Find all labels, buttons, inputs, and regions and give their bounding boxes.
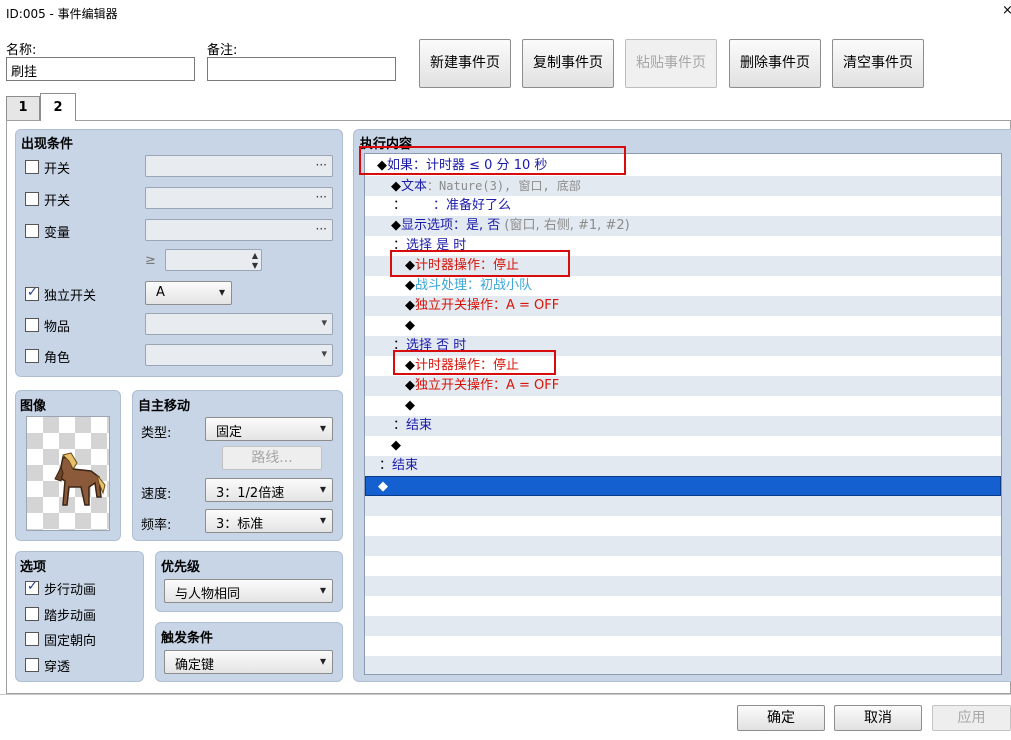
step-anim-label: 踏步动画 <box>44 609 97 624</box>
list-item-empty <box>365 576 1001 596</box>
list-item[interactable]: ◆ <box>365 316 1001 336</box>
event-image[interactable] <box>26 416 110 531</box>
list-item-empty <box>365 556 1001 576</box>
list-item-empty <box>365 616 1001 636</box>
freq-label: 频率: <box>141 518 172 533</box>
switch1-label: 开关 <box>44 162 71 177</box>
item-label: 物品 <box>44 320 71 335</box>
list-item[interactable]: ◆文本：Nature(3), 窗口, 底部 <box>365 176 1001 196</box>
options-title: 选项 <box>20 560 47 575</box>
ellipsis-icon: ··· <box>315 222 327 236</box>
list-item[interactable]: ◆ <box>365 436 1001 456</box>
actor-select[interactable] <box>145 344 333 366</box>
window-title: ID:005 - 事件编辑器 <box>6 7 118 21</box>
walk-anim-checkbox[interactable] <box>25 579 39 595</box>
route-button[interactable]: 路线... <box>222 446 322 470</box>
ok-button[interactable]: 确定 <box>737 705 825 731</box>
list-item-empty <box>365 516 1001 536</box>
variable-select[interactable]: ··· <box>145 219 333 241</box>
list-item-empty <box>365 496 1001 516</box>
spin-up-icon[interactable]: ▲ <box>252 251 258 260</box>
switch1-select[interactable]: ··· <box>145 155 333 177</box>
footer-divider <box>0 694 1011 695</box>
switch2-checkbox[interactable] <box>25 192 39 206</box>
event-command-list[interactable]: ◆如果：计时器 ≤ 0 分 10 秒 ◆文本：Nature(3), 窗口, 底部… <box>364 153 1002 675</box>
variable-checkbox[interactable] <box>25 224 39 238</box>
copy-page-button[interactable]: 复制事件页 <box>522 39 614 88</box>
switch2-label: 开关 <box>44 194 71 209</box>
walk-anim-label: 步行动画 <box>44 583 97 598</box>
fixed-dir-label: 固定朝向 <box>44 634 97 649</box>
new-page-button[interactable]: 新建事件页 <box>419 39 511 88</box>
self-switch-label: 独立开关 <box>44 289 97 304</box>
list-item[interactable]: ◆显示选项：是, 否 (窗口, 右侧, #1, #2) <box>365 216 1001 236</box>
name-input[interactable]: 刷挂 <box>6 57 195 81</box>
ellipsis-icon: ··· <box>315 158 327 172</box>
tab-page-1[interactable]: 1 <box>6 96 40 120</box>
list-item-empty <box>365 656 1001 674</box>
through-label: 穿透 <box>44 660 71 675</box>
clear-page-button[interactable]: 清空事件页 <box>832 39 924 88</box>
horse-sprite-icon <box>54 452 106 506</box>
list-item-empty <box>365 596 1001 616</box>
tab-page-2[interactable]: 2 <box>40 93 76 121</box>
autonomous-title: 自主移动 <box>138 399 191 414</box>
note-input[interactable] <box>207 57 396 81</box>
note-label: 备注: <box>207 43 238 58</box>
list-item-selected[interactable]: ◆ <box>365 476 1001 496</box>
delete-page-button[interactable]: 删除事件页 <box>729 39 821 88</box>
trigger-title: 触发条件 <box>161 631 214 646</box>
spin-down-icon[interactable]: ▼ <box>252 261 258 270</box>
step-anim-checkbox[interactable] <box>25 607 39 621</box>
switch2-select[interactable]: ··· <box>145 187 333 209</box>
switch1-checkbox[interactable] <box>25 160 39 174</box>
through-checkbox[interactable] <box>25 658 39 672</box>
type-label: 类型: <box>141 426 172 441</box>
freq-select[interactable]: 3：标准 <box>205 509 333 533</box>
priority-select[interactable]: 与人物相同 <box>164 579 333 603</box>
trigger-select[interactable]: 确定键 <box>164 650 333 674</box>
list-item[interactable]: ：结束 <box>365 456 1001 476</box>
ellipsis-icon: ··· <box>315 190 327 204</box>
speed-label: 速度: <box>141 487 172 502</box>
image-title: 图像 <box>20 399 47 414</box>
item-checkbox[interactable] <box>25 318 39 332</box>
variable-op: ≥ <box>145 253 156 268</box>
list-item[interactable]: ◆战斗处理：初战小队 <box>365 276 1001 296</box>
name-label: 名称: <box>6 43 37 58</box>
variable-value-spinner[interactable]: ▲ ▼ <box>165 249 262 271</box>
highlight-box <box>390 250 570 277</box>
cancel-button[interactable]: 取消 <box>834 705 922 731</box>
list-item[interactable]: ◆独立开关操作：A = OFF <box>365 296 1001 316</box>
apply-button[interactable]: 应用 <box>932 705 1011 731</box>
list-item[interactable]: ◆独立开关操作：A = OFF <box>365 376 1001 396</box>
actor-checkbox[interactable] <box>25 349 39 363</box>
actor-label: 角色 <box>44 351 71 366</box>
self-switch-checkbox[interactable] <box>25 285 39 301</box>
highlight-box <box>359 146 626 175</box>
variable-label: 变量 <box>44 226 71 241</box>
close-icon[interactable]: × <box>1002 3 1011 18</box>
self-switch-select[interactable]: A <box>145 281 232 305</box>
speed-select[interactable]: 3：1/2倍速 <box>205 478 333 502</box>
paste-page-button[interactable]: 粘贴事件页 <box>625 39 717 88</box>
priority-title: 优先级 <box>161 560 201 575</box>
list-item[interactable]: ：结束 <box>365 416 1001 436</box>
item-select[interactable] <box>145 313 333 335</box>
list-item[interactable]: ◆ <box>365 396 1001 416</box>
list-item-empty <box>365 636 1001 656</box>
list-item-empty <box>365 536 1001 556</box>
list-item[interactable]: ：：准备好了么 <box>365 196 1001 216</box>
conditions-title: 出现条件 <box>21 137 74 152</box>
type-select[interactable]: 固定 <box>205 417 333 441</box>
fixed-dir-checkbox[interactable] <box>25 632 39 646</box>
highlight-box <box>393 350 556 375</box>
